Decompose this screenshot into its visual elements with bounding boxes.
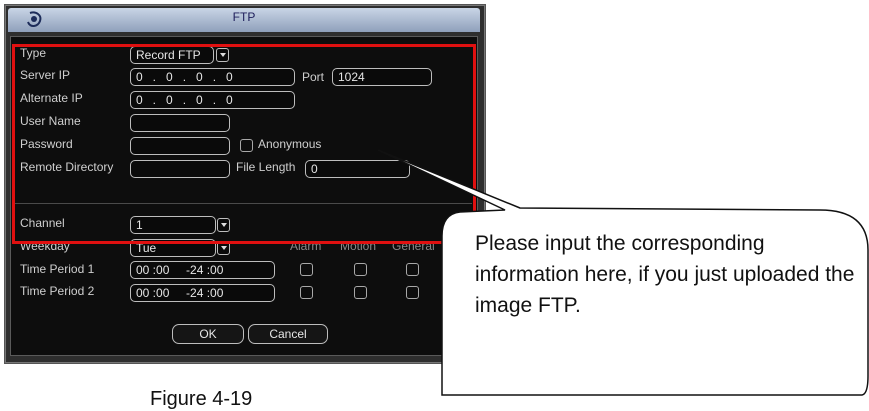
callout-text: Please input the corresponding informati… <box>475 232 855 317</box>
callout-bubble <box>377 149 869 396</box>
figure-caption: Figure 4-19 <box>150 388 253 410</box>
